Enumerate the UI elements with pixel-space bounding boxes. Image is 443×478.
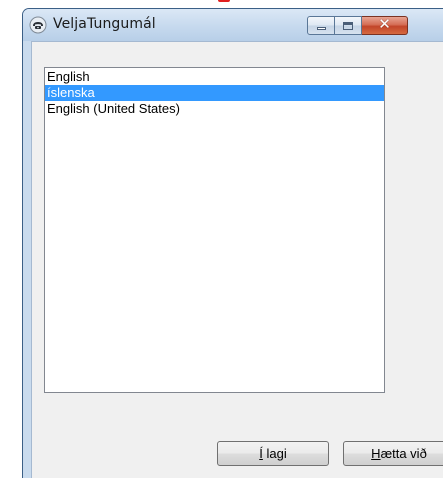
title-bar[interactable]: VeljaTungumál ✕ xyxy=(23,9,443,41)
language-item-islenska[interactable]: íslenska xyxy=(45,85,384,101)
ok-label: lagi xyxy=(262,446,287,461)
red-mark xyxy=(218,0,230,2)
caption-buttons: ✕ xyxy=(307,15,408,35)
language-dialog: VeljaTungumál ✕ English íslenska English… xyxy=(22,8,443,478)
close-icon: ✕ xyxy=(378,15,391,33)
telephone-app-icon xyxy=(29,16,47,34)
window-title: VeljaTungumál xyxy=(53,16,156,32)
language-item-english[interactable]: English xyxy=(45,69,384,85)
minimize-icon xyxy=(317,27,326,30)
dialog-client-area: English íslenska English (United States)… xyxy=(31,41,443,478)
maximize-icon xyxy=(343,22,353,30)
close-button[interactable]: ✕ xyxy=(362,15,408,35)
cancel-label: ætta við xyxy=(380,446,427,461)
language-listbox[interactable]: English íslenska English (United States) xyxy=(44,67,385,393)
language-item-english-us[interactable]: English (United States) xyxy=(45,101,384,117)
ok-button[interactable]: Í lagi xyxy=(217,441,329,466)
background-fragment xyxy=(0,0,443,4)
cancel-button[interactable]: Hætta við xyxy=(343,441,443,466)
cancel-mnemonic: H xyxy=(371,446,381,461)
minimize-button[interactable] xyxy=(307,16,335,35)
maximize-button[interactable] xyxy=(335,16,362,35)
